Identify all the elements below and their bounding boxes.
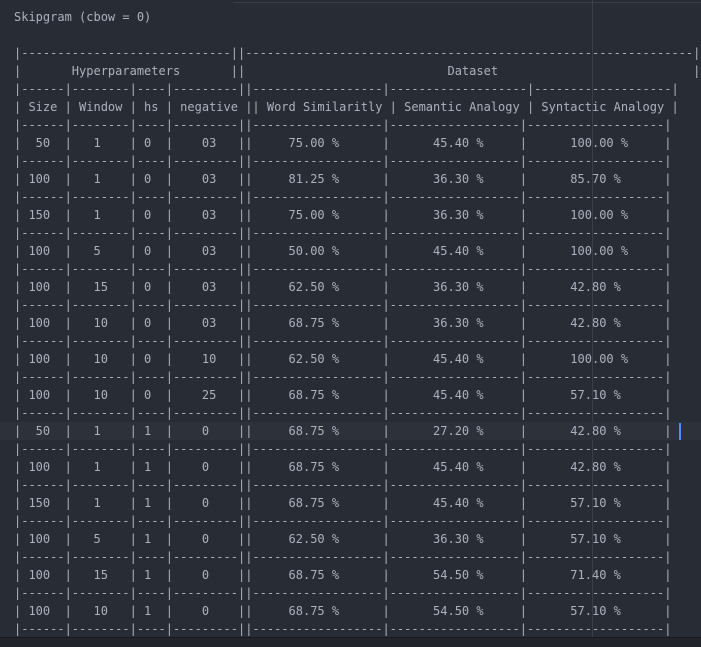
editor-line-row[interactable]: | 50 | 1 | 0 | 03 || 75.00 % | 45.40 % |… <box>0 134 701 152</box>
table-row: | 50 | 1 | 1 | 0 || 68.75 % | 27.20 % | … <box>14 424 672 438</box>
horizontal-scrollbar[interactable] <box>0 637 701 647</box>
editor-line-row[interactable]: | 100 | 15 | 1 | 0 || 68.75 % | 54.50 % … <box>0 566 701 584</box>
editor-line-row-active[interactable]: | 50 | 1 | 1 | 0 || 68.75 % | 27.20 % | … <box>0 422 701 440</box>
table-row: | 100 | 10 | 0 | 25 || 68.75 % | 45.40 %… <box>14 388 672 402</box>
editor-line-sep[interactable]: |------|--------|----|---------||-------… <box>0 548 701 566</box>
editor-line-row[interactable]: | 100 | 1 | 1 | 0 || 68.75 % | 45.40 % |… <box>0 458 701 476</box>
table-row: | 100 | 1 | 0 | 03 || 81.25 % | 36.30 % … <box>14 172 672 186</box>
editor-line-sep[interactable]: |------|--------|----|---------||-------… <box>0 476 701 494</box>
table-separator: |------|--------|----|---------||-------… <box>14 514 672 528</box>
table-separator: |------|--------|----|---------||-------… <box>14 190 672 204</box>
editor-line-sep[interactable]: |------|--------|----|---------||-------… <box>0 224 701 242</box>
editor-line-sep[interactable]: |------|--------|----|---------||-------… <box>0 368 701 386</box>
editor-line-sep-top[interactable]: |-----------------------------||--------… <box>0 44 701 62</box>
table-row: | 150 | 1 | 1 | 0 || 68.75 % | 45.40 % |… <box>14 496 672 510</box>
editor-line-row[interactable]: | 100 | 5 | 0 | 03 || 50.00 % | 45.40 % … <box>0 242 701 260</box>
editor-line-sep[interactable]: |------|--------|----|---------||-------… <box>0 152 701 170</box>
table-separator: |------|--------|----|---------||-------… <box>14 334 672 348</box>
table-row: | 100 | 10 | 1 | 0 || 68.75 % | 54.50 % … <box>14 604 672 618</box>
editor-line-row[interactable]: | 100 | 1 | 0 | 03 || 81.25 % | 36.30 % … <box>0 170 701 188</box>
editor-line-sep[interactable]: |------|--------|----|---------||-------… <box>0 296 701 314</box>
table-group-header: | Hyperparameters || Dataset | <box>14 64 701 78</box>
editor-line-sep[interactable]: |------|--------|----|---------||-------… <box>0 440 701 458</box>
editor-line-col-header[interactable]: | Size | Window | hs | negative || Word … <box>0 98 701 116</box>
editor-line-sep[interactable]: |------|--------|----|---------||-------… <box>0 332 701 350</box>
table-separator: |------|--------|----|---------||-------… <box>14 586 672 600</box>
editor-line-sep[interactable]: |------|--------|----|---------||-------… <box>0 512 701 530</box>
editor-line-row[interactable]: | 100 | 15 | 0 | 03 || 62.50 % | 36.30 %… <box>0 278 701 296</box>
table-separator: |------|--------|----|---------||-------… <box>14 406 672 420</box>
editor-line-row[interactable]: | 150 | 1 | 0 | 03 || 75.00 % | 36.30 % … <box>0 206 701 224</box>
table-separator: |------|--------|----|---------||-------… <box>14 370 672 384</box>
table-row: | 150 | 1 | 0 | 03 || 75.00 % | 36.30 % … <box>14 208 672 222</box>
editor-line-sep[interactable]: |------|--------|----|---------||-------… <box>0 116 701 134</box>
table-row: | 100 | 5 | 1 | 0 || 62.50 % | 36.30 % |… <box>14 532 672 546</box>
table-row: | 100 | 15 | 0 | 03 || 62.50 % | 36.30 %… <box>14 280 672 294</box>
table-separator: |------|--------|----|---------||-------… <box>14 118 672 132</box>
editor-line-sep[interactable]: |------|--------|----|---------||-------… <box>0 620 701 638</box>
table-separator: |------|--------|----|---------||-------… <box>14 442 672 456</box>
editor-line-row[interactable]: | 100 | 10 | 0 | 25 || 68.75 % | 45.40 %… <box>0 386 701 404</box>
table-separator: |------|--------|----|---------||-------… <box>14 226 672 240</box>
editor-line-row[interactable]: | 100 | 10 | 0 | 10 || 62.50 % | 45.40 %… <box>0 350 701 368</box>
editor-line-sep[interactable]: |------|--------|----|---------||-------… <box>0 584 701 602</box>
editor-line-sep[interactable]: |------|--------|----|---------||-------… <box>0 404 701 422</box>
title-text: Skipgram (cbow = 0) <box>14 10 152 24</box>
table-separator: |------|--------|----|---------||-------… <box>14 82 679 96</box>
table-separator: |------|--------|----|---------||-------… <box>14 622 672 636</box>
text-cursor <box>679 423 681 440</box>
table-row: | 100 | 1 | 1 | 0 || 68.75 % | 45.40 % |… <box>14 460 672 474</box>
table-row: | 100 | 10 | 0 | 03 || 68.75 % | 36.30 %… <box>14 316 672 330</box>
editor-line-sep[interactable]: |------|--------|----|---------||-------… <box>0 260 701 278</box>
table-row: | 100 | 10 | 0 | 10 || 62.50 % | 45.40 %… <box>14 352 672 366</box>
editor-line-row[interactable]: | 100 | 5 | 1 | 0 || 62.50 % | 36.30 % |… <box>0 530 701 548</box>
editor-line-group-header[interactable]: | Hyperparameters || Dataset | <box>0 62 701 80</box>
table-separator: |------|--------|----|---------||-------… <box>14 550 672 564</box>
table-separator: |------|--------|----|---------||-------… <box>14 298 672 312</box>
editor-line-row[interactable]: | 100 | 10 | 0 | 03 || 68.75 % | 36.30 %… <box>0 314 701 332</box>
editor-line-sep-cols[interactable]: |------|--------|----|---------||-------… <box>0 80 701 98</box>
editor-line-blank[interactable] <box>0 26 701 44</box>
table-separator: |------|--------|----|---------||-------… <box>14 262 672 276</box>
editor-line-sep[interactable]: |------|--------|----|---------||-------… <box>0 188 701 206</box>
editor-line-row[interactable]: | 150 | 1 | 1 | 0 || 68.75 % | 45.40 % |… <box>0 494 701 512</box>
table-separator: |------|--------|----|---------||-------… <box>14 154 672 168</box>
table-separator: |------|--------|----|---------||-------… <box>14 478 672 492</box>
table-row: | 50 | 1 | 0 | 03 || 75.00 % | 45.40 % |… <box>14 136 672 150</box>
table-row: | 100 | 15 | 1 | 0 || 68.75 % | 54.50 % … <box>14 568 672 582</box>
table-row: | 100 | 5 | 0 | 03 || 50.00 % | 45.40 % … <box>14 244 672 258</box>
editor-line-row[interactable]: | 100 | 10 | 1 | 0 || 68.75 % | 54.50 % … <box>0 602 701 620</box>
editor-window: { "editor": { "title": "Skipgram (cbow =… <box>0 0 701 647</box>
editor-line-title[interactable]: Skipgram (cbow = 0) <box>0 8 701 26</box>
text-editor[interactable]: Skipgram (cbow = 0) |-------------------… <box>0 0 701 638</box>
table-column-header: | Size | Window | hs | negative || Word … <box>14 100 679 114</box>
table-separator: |-----------------------------||--------… <box>14 46 701 60</box>
